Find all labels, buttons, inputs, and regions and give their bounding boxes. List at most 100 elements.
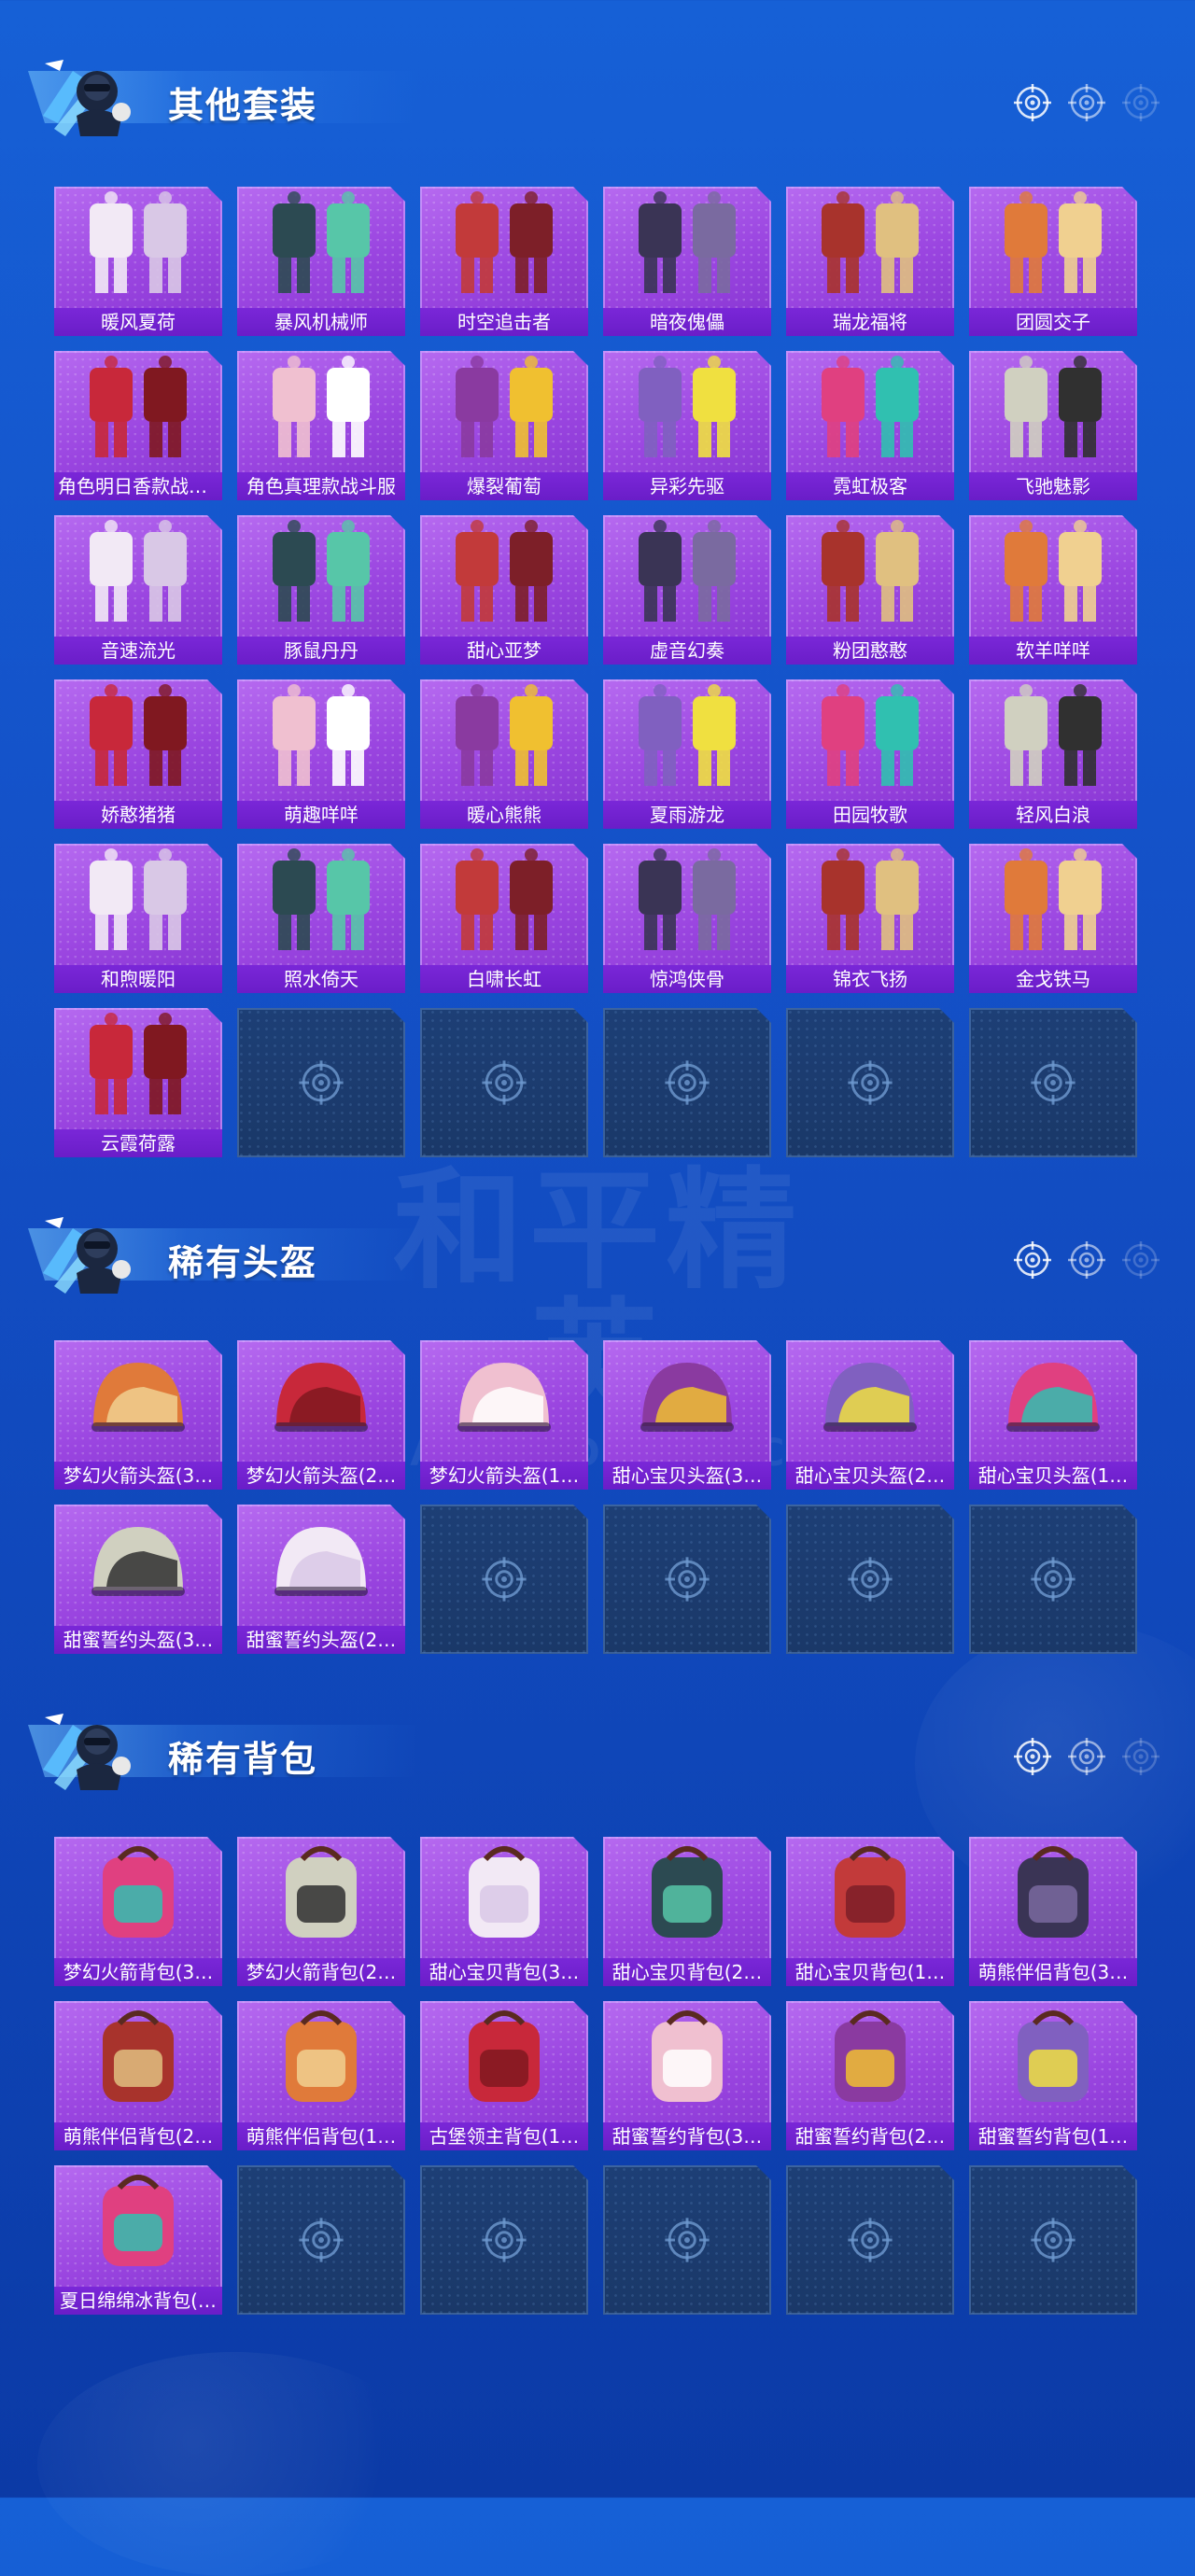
item-card[interactable]: 梦幻火箭背包(2… [237, 1837, 405, 1986]
item-card[interactable]: 娇憨猪猪 [54, 679, 222, 829]
item-card[interactable]: 梦幻火箭背包(3… [54, 1837, 222, 1986]
item-card[interactable]: 豚鼠丹丹 [237, 515, 405, 665]
empty-slot [237, 2165, 405, 2315]
empty-slot [969, 1008, 1137, 1157]
crosshair-decoration [1012, 1239, 1161, 1281]
item-card[interactable]: 时空追击者 [420, 187, 588, 336]
item-label: 白啸长虹 [420, 965, 588, 993]
item-image [54, 1008, 222, 1127]
item-card[interactable]: 虚音幻奏 [603, 515, 771, 665]
item-card[interactable]: 甜心亚梦 [420, 515, 588, 665]
item-label: 爆裂葡萄 [420, 472, 588, 500]
item-card[interactable]: 甜心宝贝头盔(1… [969, 1340, 1137, 1490]
item-grid: 梦幻火箭头盔(3… 梦幻火箭头盔(2… 梦幻火箭头盔(1… 甜心宝贝头盔(3… 甜心宝贝… [54, 1340, 1137, 1654]
item-card[interactable]: 白啸长虹 [420, 844, 588, 993]
item-image [54, 1340, 222, 1460]
item-label: 粉团憨憨 [786, 637, 954, 665]
item-card[interactable]: 爆裂葡萄 [420, 351, 588, 500]
item-card[interactable]: 和煦暖阳 [54, 844, 222, 993]
item-card[interactable]: 甜蜜誓约背包(3… [603, 2001, 771, 2150]
item-card[interactable]: 甜蜜誓约背包(1… [969, 2001, 1137, 2150]
item-card[interactable]: 甜蜜誓约头盔(3… [54, 1505, 222, 1654]
item-label: 梦幻火箭背包(2… [237, 1958, 405, 1986]
item-image [237, 1340, 405, 1460]
item-card[interactable]: 音速流光 [54, 515, 222, 665]
item-label: 甜蜜誓约头盔(2… [237, 1626, 405, 1654]
item-card[interactable]: 粉团憨憨 [786, 515, 954, 665]
item-card[interactable]: 甜心宝贝背包(3… [420, 1837, 588, 1986]
crosshair-icon [663, 1058, 711, 1107]
item-label: 甜心宝贝头盔(2… [786, 1462, 954, 1490]
item-card[interactable]: 夏日绵绵冰背包(… [54, 2165, 222, 2315]
section-backpacks: 稀有背包 梦幻火箭背包(3… 梦幻火箭背包(2… 甜心宝贝背包(3… 甜心宝贝背包(2… [0, 1691, 1195, 1794]
item-card[interactable]: 角色真理款战斗服 [237, 351, 405, 500]
item-card[interactable]: 霓虹极客 [786, 351, 954, 500]
crosshair-decoration [1012, 1736, 1161, 1777]
item-label: 和煦暖阳 [54, 965, 222, 993]
item-card[interactable]: 金戈铁马 [969, 844, 1137, 993]
item-image [786, 2001, 954, 2121]
item-card[interactable]: 甜心宝贝背包(2… [603, 1837, 771, 1986]
item-image [420, 187, 588, 306]
item-label: 萌熊伴侣背包(2… [54, 2122, 222, 2150]
crosshair-icon [1029, 1058, 1077, 1107]
item-card[interactable]: 瑞龙福将 [786, 187, 954, 336]
crosshair-icon [846, 1555, 894, 1603]
crosshair-icon [1068, 1241, 1105, 1279]
item-card[interactable]: 软羊咩咩 [969, 515, 1137, 665]
item-label: 甜蜜誓约背包(3… [603, 2122, 771, 2150]
item-card[interactable]: 田园牧歌 [786, 679, 954, 829]
item-label: 萌熊伴侣背包(1… [237, 2122, 405, 2150]
crosshair-decoration [1012, 82, 1161, 123]
item-card[interactable]: 暖心熊熊 [420, 679, 588, 829]
item-card[interactable]: 甜心宝贝头盔(3… [603, 1340, 771, 1490]
item-card[interactable]: 锦衣飞扬 [786, 844, 954, 993]
item-card[interactable]: 轻风白浪 [969, 679, 1137, 829]
crosshair-icon [480, 2216, 528, 2264]
item-card[interactable]: 梦幻火箭头盔(2… [237, 1340, 405, 1490]
item-card[interactable]: 甜心宝贝头盔(2… [786, 1340, 954, 1490]
item-card[interactable]: 暖风夏荷 [54, 187, 222, 336]
item-card[interactable]: 萌熊伴侣背包(2… [54, 2001, 222, 2150]
item-card[interactable]: 飞驰魅影 [969, 351, 1137, 500]
crosshair-icon [1029, 1555, 1077, 1603]
section-title: 稀有头盔 [168, 1242, 318, 1283]
item-image [969, 515, 1137, 635]
item-label: 夏日绵绵冰背包(… [54, 2287, 222, 2315]
item-card[interactable]: 云霞荷露 [54, 1008, 222, 1157]
item-label: 甜蜜誓约背包(1… [969, 2122, 1137, 2150]
item-card[interactable]: 暴风机械师 [237, 187, 405, 336]
item-label: 照水倚天 [237, 965, 405, 993]
item-label: 轻风白浪 [969, 801, 1137, 829]
item-image [420, 515, 588, 635]
item-card[interactable]: 团圆交子 [969, 187, 1137, 336]
item-image [969, 679, 1137, 799]
item-card[interactable]: 惊鸿侠骨 [603, 844, 771, 993]
item-image [420, 844, 588, 963]
item-label: 瑞龙福将 [786, 308, 954, 336]
item-card[interactable]: 甜蜜誓约头盔(2… [237, 1505, 405, 1654]
item-image [420, 1837, 588, 1956]
item-image [420, 2001, 588, 2121]
section-helmets: 稀有头盔 梦幻火箭头盔(3… 梦幻火箭头盔(2… 梦幻火箭头盔(1… 甜心宝贝头盔(3… [0, 1195, 1195, 1297]
crosshair-icon [1122, 1241, 1160, 1279]
item-label: 角色明日香款战斗… [54, 472, 222, 500]
item-card[interactable]: 夏雨游龙 [603, 679, 771, 829]
item-card[interactable]: 梦幻火箭头盔(1… [420, 1340, 588, 1490]
item-card[interactable]: 萌熊伴侣背包(3… [969, 1837, 1137, 1986]
item-label: 惊鸿侠骨 [603, 965, 771, 993]
item-label: 霓虹极客 [786, 472, 954, 500]
item-image [237, 351, 405, 470]
item-card[interactable]: 暗夜傀儡 [603, 187, 771, 336]
empty-slot [603, 1505, 771, 1654]
item-card[interactable]: 甜心宝贝背包(1… [786, 1837, 954, 1986]
item-card[interactable]: 甜蜜誓约背包(2… [786, 2001, 954, 2150]
item-label: 音速流光 [54, 637, 222, 665]
item-card[interactable]: 古堡领主背包(1… [420, 2001, 588, 2150]
item-card[interactable]: 角色明日香款战斗… [54, 351, 222, 500]
item-card[interactable]: 梦幻火箭头盔(3… [54, 1340, 222, 1490]
item-card[interactable]: 异彩先驱 [603, 351, 771, 500]
item-card[interactable]: 照水倚天 [237, 844, 405, 993]
item-card[interactable]: 萌熊伴侣背包(1… [237, 2001, 405, 2150]
item-card[interactable]: 萌趣咩咩 [237, 679, 405, 829]
